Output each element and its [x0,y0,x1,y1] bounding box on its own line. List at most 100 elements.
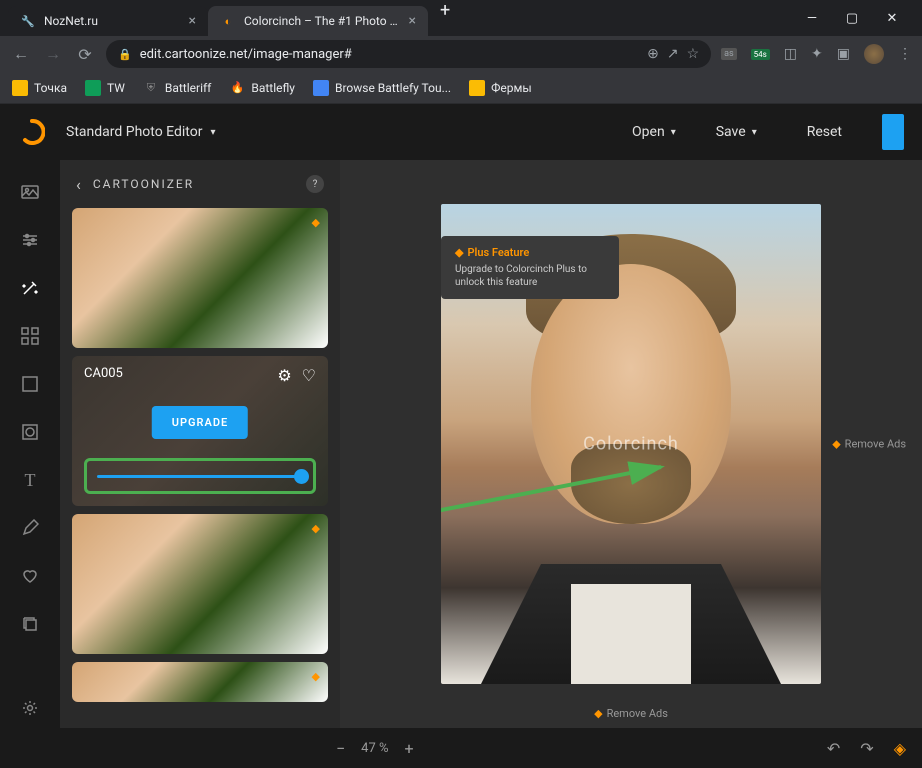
preset-label: CA005 [84,366,123,381]
close-icon[interactable]: × [189,13,196,29]
tool-draw[interactable] [10,508,50,548]
chevron-down-icon: ▾ [671,127,676,138]
tool-mask[interactable] [10,364,50,404]
tool-layers[interactable] [10,604,50,644]
tab-title: NozNet.ru [44,14,181,28]
forward-button[interactable]: → [42,44,64,64]
install-icon[interactable]: ⊕ [647,46,659,62]
zoom-out-button[interactable]: − [336,739,345,758]
premium-icon: ◆ [312,670,320,683]
preset-list[interactable]: ◆ CA005 ⚙ ♡ UPGRADE ◆ ◆ [60,208,340,728]
profile-avatar[interactable] [864,44,884,64]
open-button[interactable]: Open ▾ [622,124,686,140]
crop-icon[interactable]: ◫ [784,46,797,62]
app-header: Standard Photo Editor ▾ Open ▾ Save ▾ Re… [0,104,922,160]
tool-settings[interactable] [10,688,50,728]
remove-ads-bottom[interactable]: ◆ Remove Ads [594,707,668,720]
back-button[interactable]: ← [10,44,32,64]
sidepanel-icon[interactable]: ▣ [837,46,850,62]
plus-feature-tooltip: ◆Plus Feature Upgrade to Colorcinch Plus… [441,236,619,299]
extension-badge[interactable]: 54s [751,49,770,60]
sheet-icon [85,80,101,96]
status-bar: − 47 % + ↶ ↷ ◈ [0,728,922,768]
url-text: edit.cartoonize.net/image-manager# [140,47,639,62]
address-bar: ← → ⟳ 🔒 edit.cartoonize.net/image-manage… [0,36,922,72]
close-button[interactable]: ✕ [878,4,906,32]
colorcinch-logo-icon[interactable] [18,118,46,146]
zoom-in-button[interactable]: + [405,739,414,758]
diamond-icon: ◆ [455,246,463,259]
window-titlebar: 🔧 NozNet.ru × ◐ Colorcinch – The #1 Phot… [0,0,922,36]
extensions-icon[interactable]: ✦ [811,46,823,62]
save-button[interactable]: Save ▾ [706,124,767,140]
tool-image[interactable] [10,172,50,212]
colorcinch-favicon-icon: ◐ [220,13,236,29]
menu-icon[interactable]: ⋮ [898,46,912,62]
star-icon[interactable]: ☆ [687,46,700,62]
reset-button[interactable]: Reset [787,124,862,140]
back-icon[interactable]: ‹ [76,175,81,194]
diamond-icon: ◆ [594,707,602,720]
panel-header: ‹ CARTOONIZER ? [60,160,340,208]
preset-ca005-selected[interactable]: CA005 ⚙ ♡ UPGRADE [72,356,328,506]
panel-title: CARTOONIZER [93,177,294,191]
reload-button[interactable]: ⟳ [74,45,96,64]
bookmark-battleriff[interactable]: ⛨Battleriff [143,80,211,96]
url-input[interactable]: 🔒 edit.cartoonize.net/image-manager# ⊕ ↗… [106,40,711,68]
watermark-text: Colorcinch [583,434,679,455]
preset-ca004[interactable]: ◆ [72,208,328,348]
tool-rail: T [0,160,60,728]
bookmark-battlefy[interactable]: Browse Battlefy Tou... [313,80,451,96]
tab-colorcinch[interactable]: ◐ Colorcinch – The #1 Photo Editor × [208,6,428,36]
tool-text[interactable]: T [10,460,50,500]
browser-tabs: 🔧 NozNet.ru × ◐ Colorcinch – The #1 Phot… [8,0,790,36]
help-icon[interactable]: ? [306,175,324,193]
canvas-area: Colorcinch ◆Plus Feature Upgrade to Colo… [340,160,922,728]
intensity-slider-highlight [84,458,316,494]
flame-icon: 🔥 [229,80,245,96]
mode-dropdown[interactable]: Standard Photo Editor ▾ [66,124,216,140]
folder-icon [469,80,485,96]
bookmark-fermy[interactable]: Фермы [469,80,532,96]
canvas-image[interactable]: Colorcinch ◆Plus Feature Upgrade to Colo… [441,204,821,684]
redo-button[interactable]: ↷ [860,739,873,758]
tool-overlays[interactable] [10,316,50,356]
new-tab-button[interactable]: + [428,0,462,36]
settings-icon[interactable]: ⚙ [277,366,291,385]
lock-icon: 🔒 [118,48,132,61]
effects-panel: ‹ CARTOONIZER ? ◆ CA005 ⚙ ♡ UPGRADE [60,160,340,728]
folder-icon [12,80,28,96]
share-icon[interactable]: ↗ [667,46,679,62]
bookmark-battlefly[interactable]: 🔥Battlefly [229,80,295,96]
preset-ca007[interactable]: ◆ [72,662,328,702]
minimize-button[interactable]: — [798,4,826,32]
undo-button[interactable]: ↶ [827,739,840,758]
tool-adjust[interactable] [10,220,50,260]
lastfm-icon[interactable]: as [721,48,737,60]
bookmarks-bar: Точка TW ⛨Battleriff 🔥Battlefly Browse B… [0,72,922,104]
premium-icon: ◆ [312,216,320,229]
tool-frame[interactable] [10,412,50,452]
window-controls: — ▢ ✕ [790,4,914,32]
intensity-slider[interactable] [97,475,303,478]
upgrade-button[interactable]: UPGRADE [152,406,248,439]
close-icon[interactable]: × [409,13,416,29]
heart-icon[interactable]: ♡ [302,366,316,385]
chevron-down-icon: ▾ [752,127,757,138]
layers-icon[interactable]: ◈ [894,739,906,758]
tool-favorites[interactable] [10,556,50,596]
tool-effects[interactable] [10,268,50,308]
remove-ads-right[interactable]: ◆ Remove Ads [832,438,906,451]
preset-ca006[interactable]: ◆ [72,514,328,654]
bookmark-tochka[interactable]: Точка [12,80,67,96]
chevron-down-icon: ▾ [210,127,215,138]
primary-action-button[interactable] [882,114,904,150]
zoom-value: 47 % [361,741,388,756]
game-icon [313,80,329,96]
shield-icon: ⛨ [143,80,159,96]
bookmark-tw[interactable]: TW [85,80,125,96]
slider-thumb[interactable] [294,469,309,484]
tab-noznet[interactable]: 🔧 NozNet.ru × [8,6,208,36]
tab-title: Colorcinch – The #1 Photo Editor [244,14,401,28]
maximize-button[interactable]: ▢ [838,4,866,32]
